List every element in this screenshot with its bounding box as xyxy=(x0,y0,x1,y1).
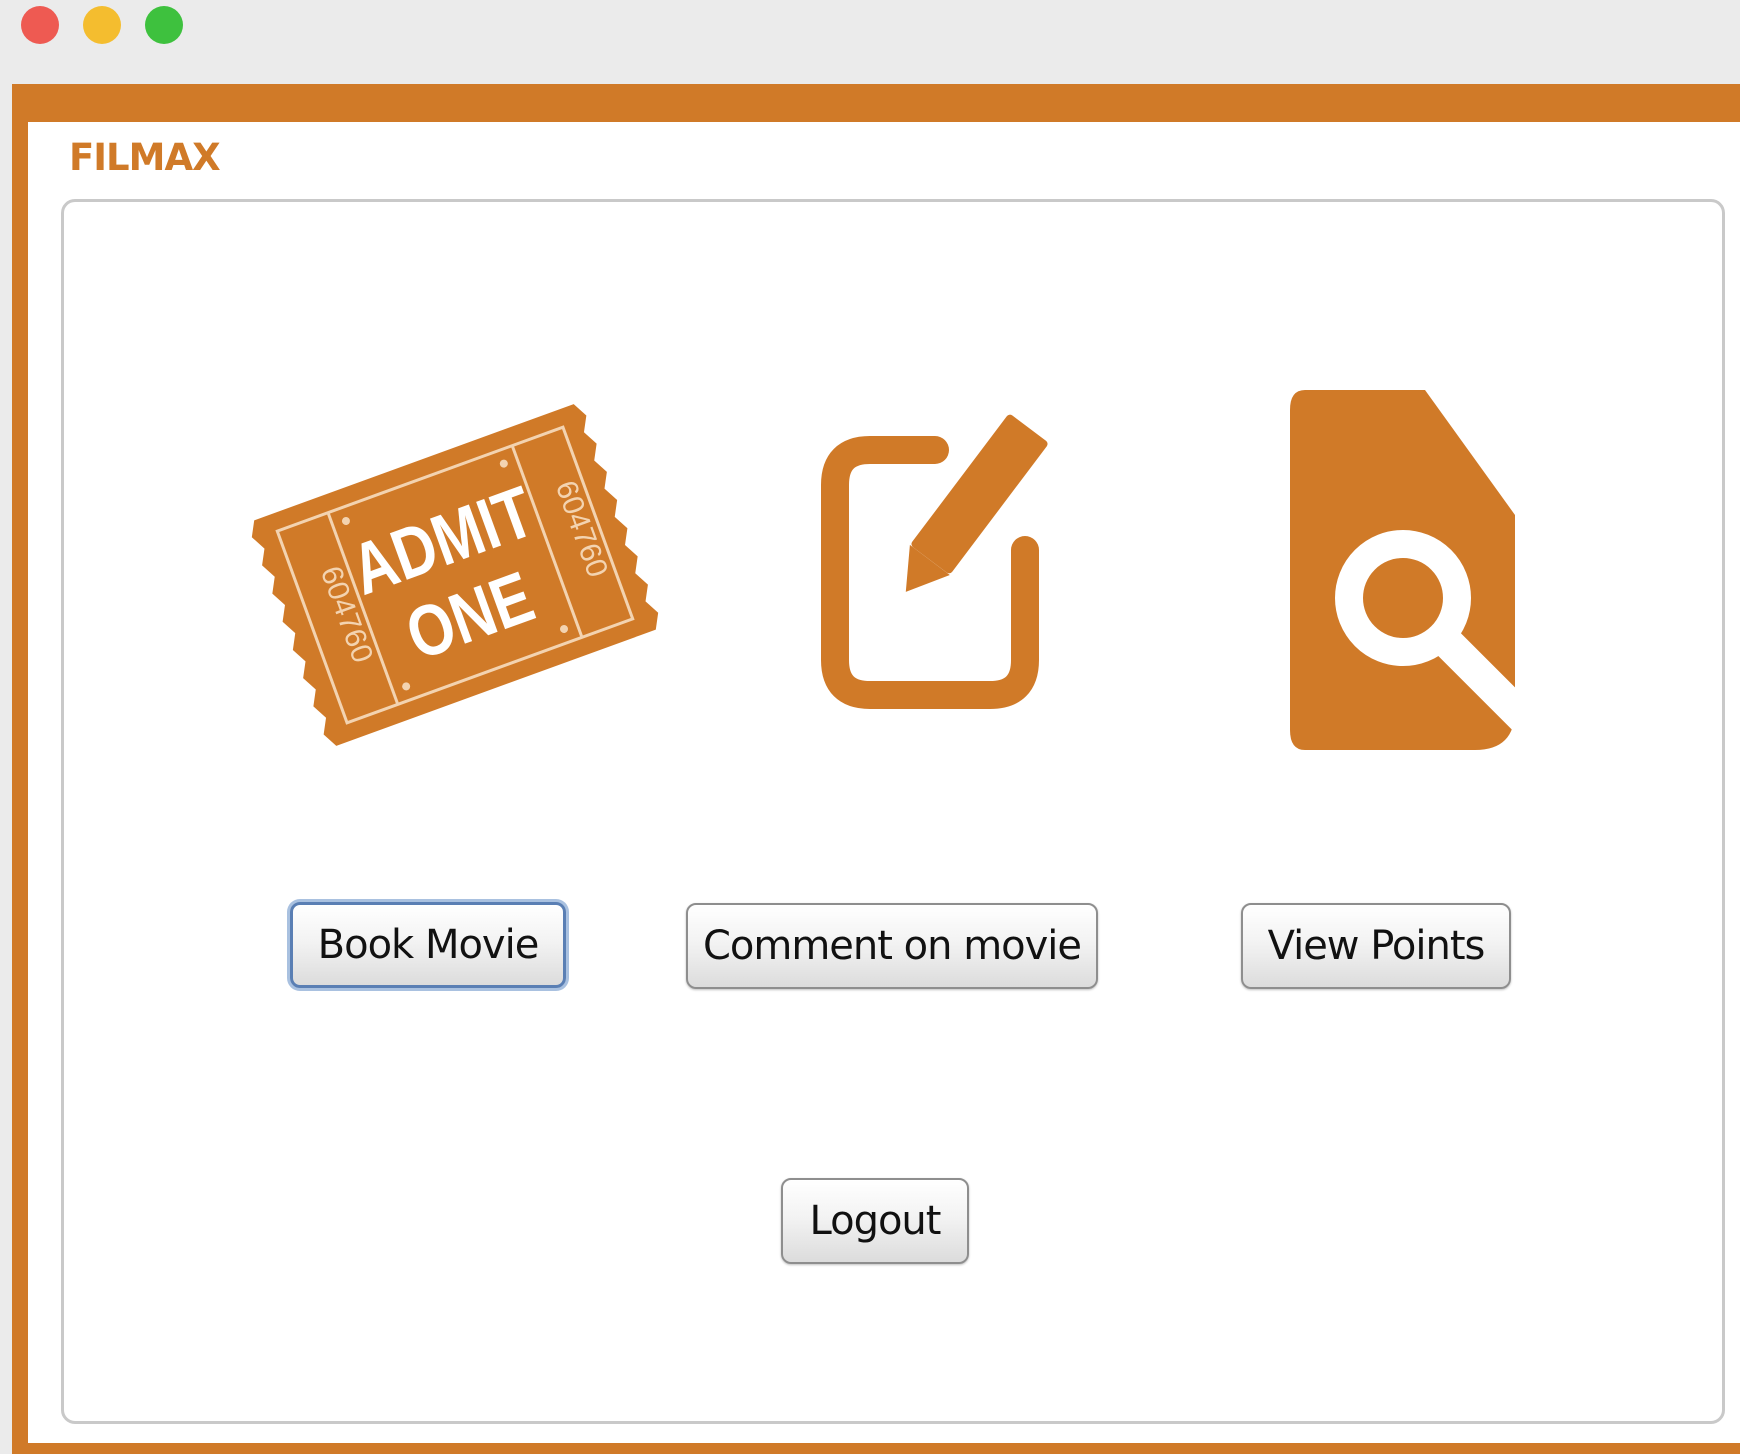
view-points-button[interactable]: View Points xyxy=(1241,903,1511,989)
close-window-button[interactable] xyxy=(21,6,59,44)
edit-icon xyxy=(821,414,1048,709)
zoom-window-button[interactable] xyxy=(145,6,183,44)
minimize-window-button[interactable] xyxy=(83,6,121,44)
document-search-icon xyxy=(1290,390,1525,750)
ticket-icon: ADMIT ONE 604760 604760 xyxy=(251,404,659,746)
window-titlebar xyxy=(0,0,1740,84)
logout-button[interactable]: Logout xyxy=(781,1178,969,1264)
comment-on-movie-button[interactable]: Comment on movie xyxy=(686,903,1098,989)
book-movie-button[interactable]: Book Movie xyxy=(290,902,566,988)
app-title: FILMAX xyxy=(69,136,221,179)
